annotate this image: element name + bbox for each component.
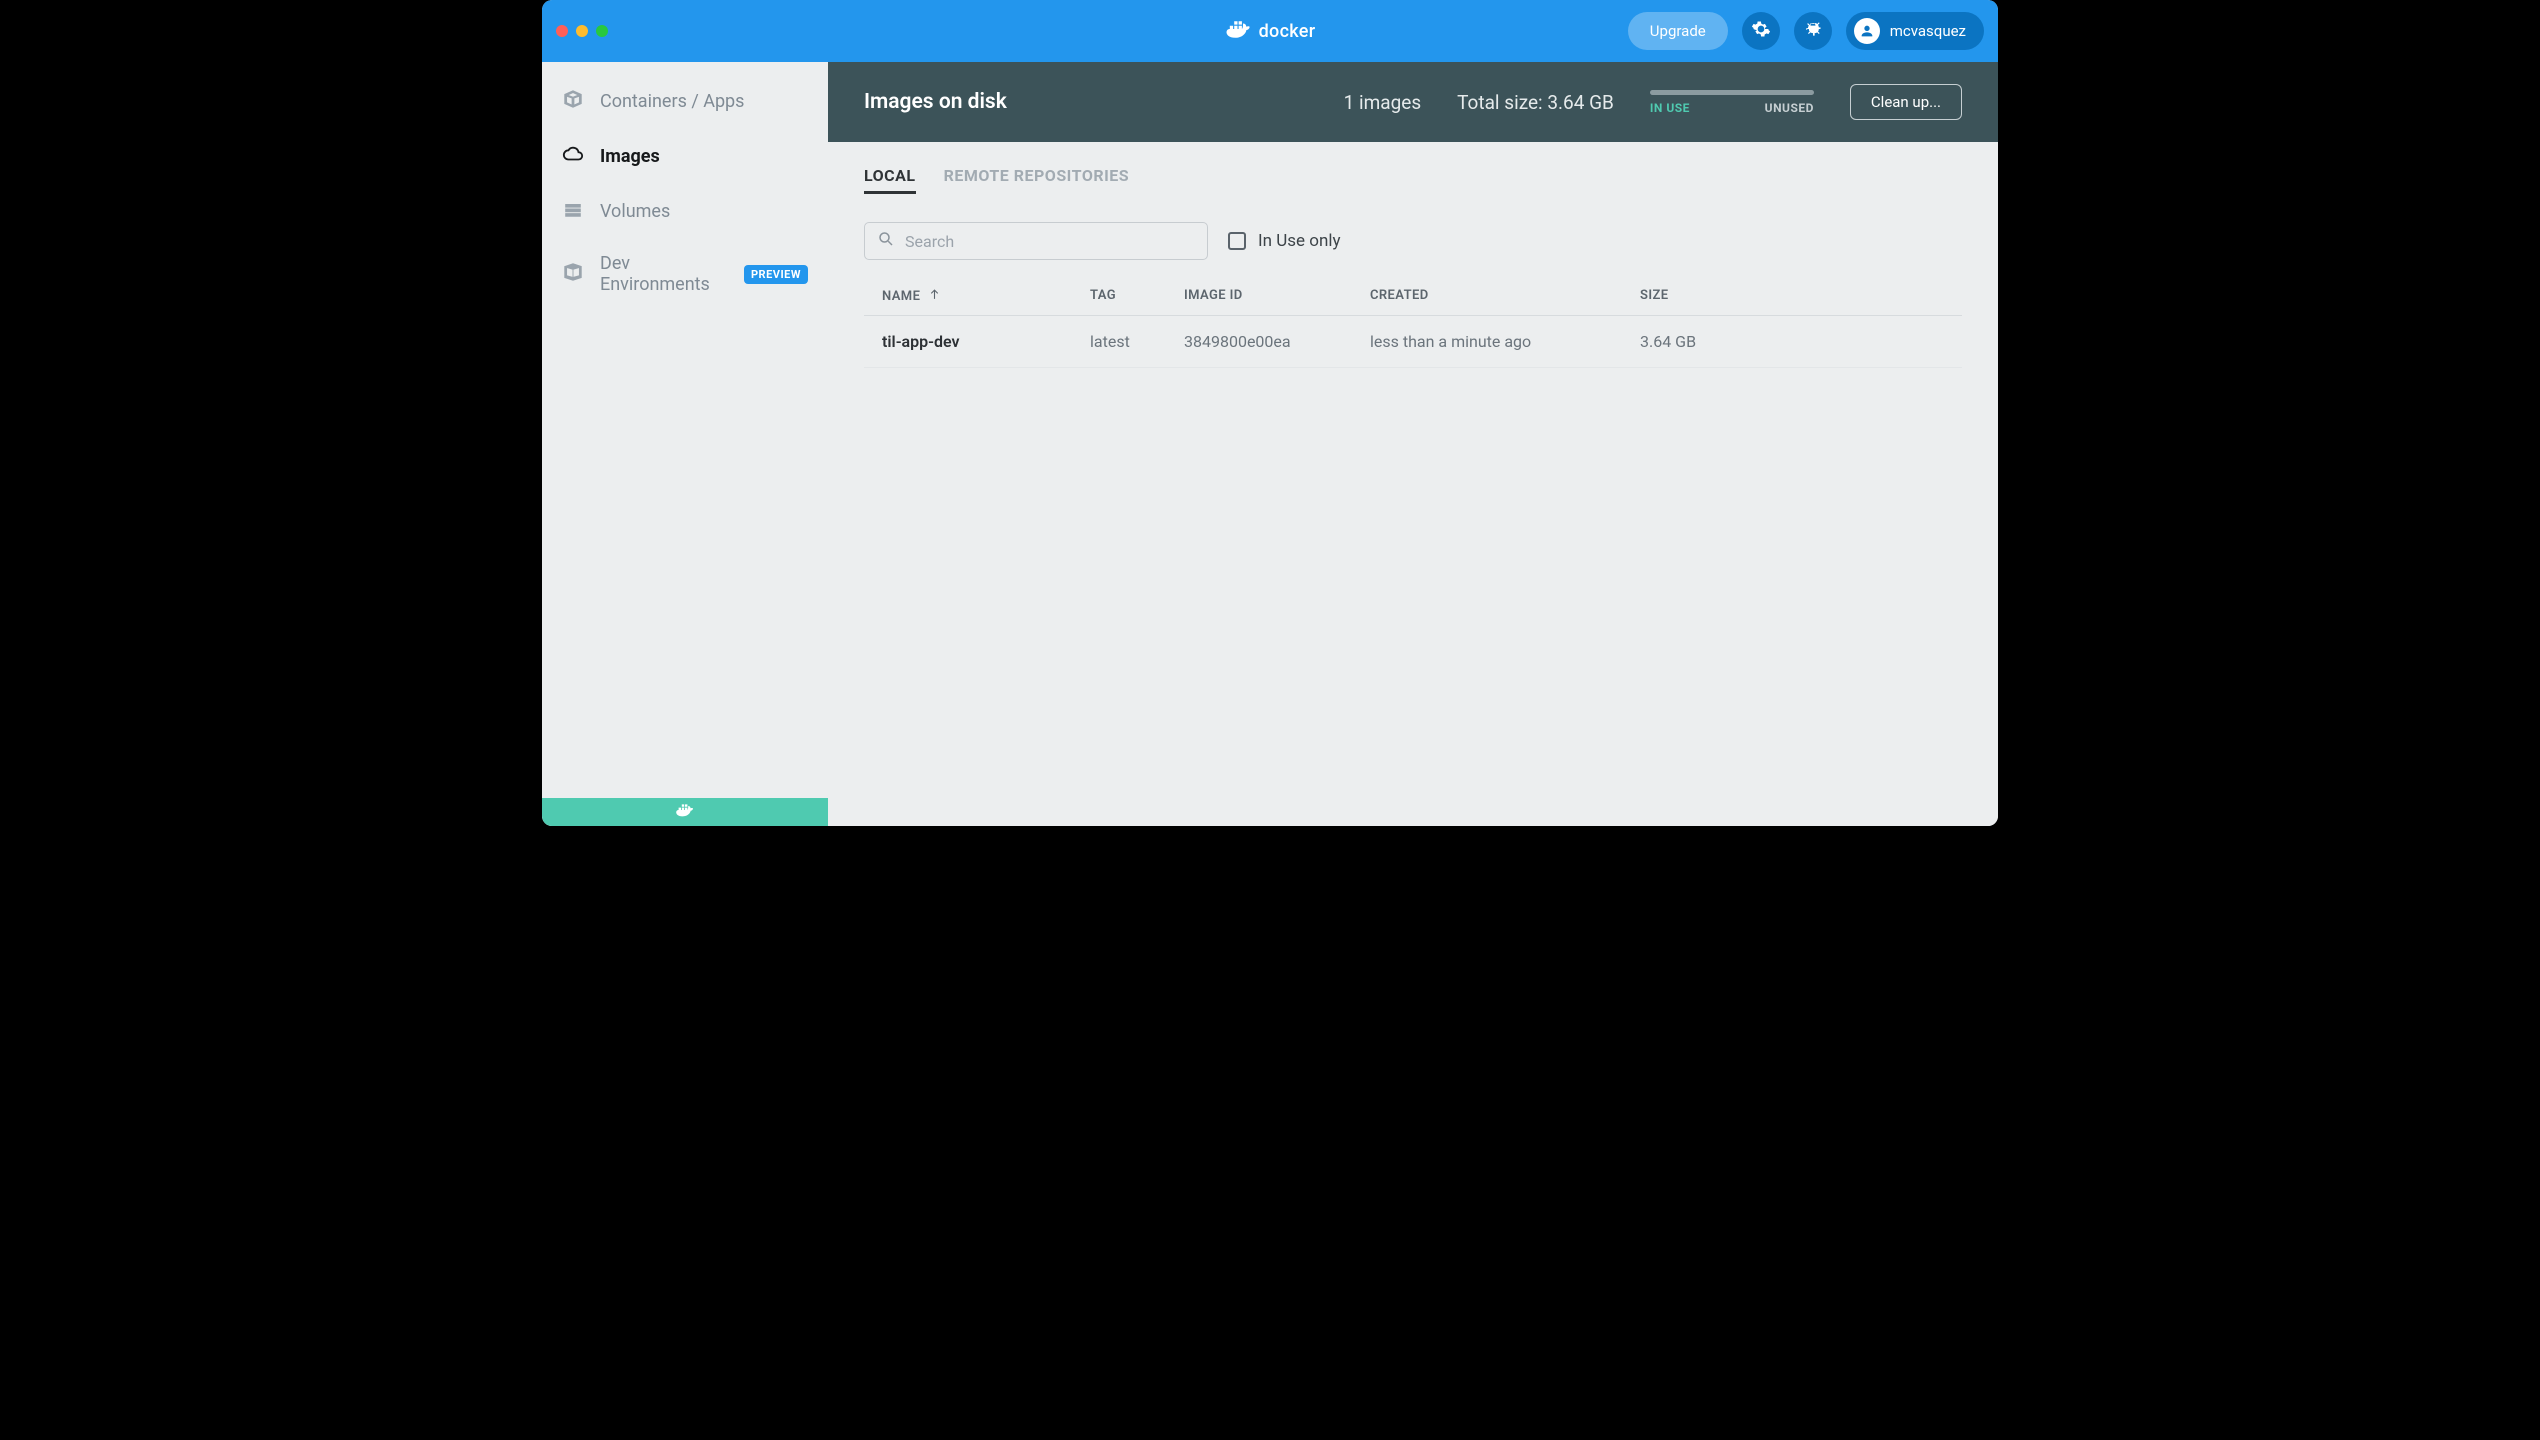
window-controls — [556, 25, 608, 37]
upgrade-button[interactable]: Upgrade — [1628, 12, 1728, 50]
titlebar-right: Upgrade mcvasquez — [1628, 12, 1984, 50]
in-use-only-toggle[interactable]: In Use only — [1228, 231, 1341, 251]
usage-indicator: IN USE UNUSED — [1650, 90, 1814, 115]
containers-icon — [562, 88, 584, 115]
preview-badge: PREVIEW — [744, 265, 808, 284]
close-window-button[interactable] — [556, 25, 568, 37]
tabs: LOCAL REMOTE REPOSITORIES — [864, 166, 1962, 194]
avatar-icon — [1854, 18, 1880, 44]
cell-created: less than a minute ago — [1370, 332, 1640, 351]
images-count: 1 images — [1344, 91, 1422, 114]
in-use-only-label: In Use only — [1258, 231, 1341, 251]
volumes-icon — [562, 198, 584, 225]
tab-local[interactable]: LOCAL — [864, 166, 916, 194]
app-window: docker Upgrade mcvasquez — [542, 0, 1998, 826]
sidebar-item-containers[interactable]: Containers / Apps — [542, 74, 828, 129]
table-row[interactable]: til-app-dev latest 3849800e00ea less tha… — [864, 316, 1962, 368]
maximize-window-button[interactable] — [596, 25, 608, 37]
usage-bar — [1650, 90, 1814, 95]
column-label: NAME — [882, 289, 920, 304]
search-input[interactable] — [895, 232, 1195, 251]
cell-image-id: 3849800e00ea — [1184, 332, 1370, 351]
in-use-label: IN USE — [1650, 101, 1690, 115]
column-header-name[interactable]: NAME — [882, 288, 1090, 305]
settings-button[interactable] — [1742, 12, 1780, 50]
cell-name: til-app-dev — [882, 332, 1090, 351]
sidebar-item-images[interactable]: Images — [542, 129, 828, 184]
sort-asc-icon — [928, 288, 941, 305]
column-header-created[interactable]: CREATED — [1370, 288, 1640, 305]
sidebar-item-volumes[interactable]: Volumes — [542, 184, 828, 239]
disk-header: Images on disk 1 images Total size: 3.64… — [828, 62, 1998, 142]
search-icon — [877, 230, 895, 252]
content: LOCAL REMOTE REPOSITORIES In Use only — [828, 142, 1998, 826]
main: Images on disk 1 images Total size: 3.64… — [828, 62, 1998, 826]
sidebar-item-label: Volumes — [600, 201, 670, 222]
dev-env-icon — [562, 261, 584, 288]
column-header-tag[interactable]: TAG — [1090, 288, 1184, 305]
minimize-window-button[interactable] — [576, 25, 588, 37]
troubleshoot-button[interactable] — [1794, 12, 1832, 50]
whale-icon — [1225, 18, 1253, 44]
sidebar-footer[interactable] — [542, 798, 828, 826]
table-header: NAME TAG IMAGE ID CREATED SIZE — [864, 278, 1962, 316]
sidebar: Containers / Apps Images Volumes — [542, 62, 828, 826]
whale-icon — [675, 802, 695, 822]
tab-remote-repositories[interactable]: REMOTE REPOSITORIES — [944, 166, 1130, 194]
titlebar: docker Upgrade mcvasquez — [542, 0, 1998, 62]
cell-size: 3.64 GB — [1640, 332, 1944, 351]
checkbox-icon — [1228, 232, 1246, 250]
cloud-icon — [562, 143, 584, 170]
filter-row: In Use only — [864, 222, 1962, 260]
total-size: Total size: 3.64 GB — [1457, 91, 1614, 114]
sidebar-item-label: Dev Environments — [600, 253, 728, 295]
cleanup-button[interactable]: Clean up... — [1850, 84, 1962, 120]
sidebar-item-dev-environments[interactable]: Dev Environments PREVIEW — [542, 239, 828, 309]
images-table: NAME TAG IMAGE ID CREATED SIZE til-app-d… — [864, 278, 1962, 368]
user-menu[interactable]: mcvasquez — [1846, 12, 1984, 50]
search-box[interactable] — [864, 222, 1208, 260]
nav: Containers / Apps Images Volumes — [542, 62, 828, 309]
gear-icon — [1751, 19, 1771, 43]
sidebar-item-label: Images — [600, 146, 660, 167]
logo-text: docker — [1259, 21, 1316, 42]
page-title: Images on disk — [864, 90, 1007, 114]
bug-icon — [1803, 19, 1823, 43]
column-header-image-id[interactable]: IMAGE ID — [1184, 288, 1370, 305]
sidebar-item-label: Containers / Apps — [600, 91, 744, 112]
body: Containers / Apps Images Volumes — [542, 62, 1998, 826]
unused-label: UNUSED — [1765, 101, 1814, 115]
docker-logo: docker — [1225, 18, 1316, 44]
cell-tag: latest — [1090, 332, 1184, 351]
column-header-size[interactable]: SIZE — [1640, 288, 1944, 305]
username-label: mcvasquez — [1890, 22, 1966, 40]
